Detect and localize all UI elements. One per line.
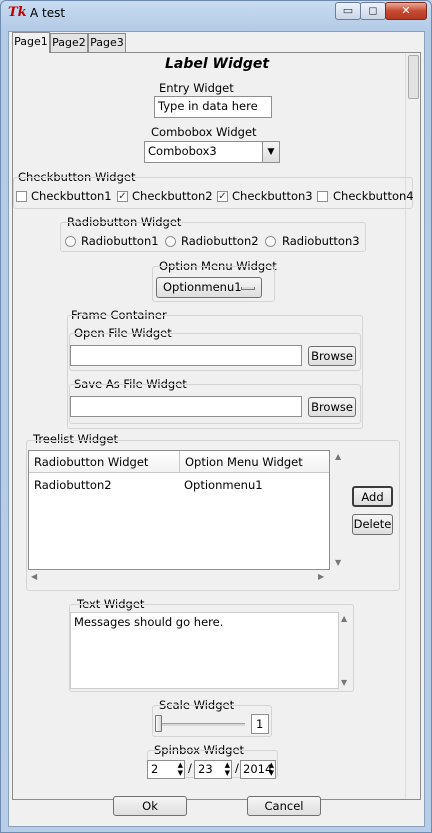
radiobutton3-label: Radiobutton3 — [282, 234, 360, 248]
treelist-row1-col2[interactable]: Optionmenu1 — [184, 478, 263, 492]
radio-radiobutton3[interactable] — [265, 236, 276, 247]
scrollbar-thumb[interactable] — [408, 55, 419, 99]
close-button[interactable]: ✕ — [385, 2, 427, 20]
maximize-button[interactable]: ◻ — [360, 2, 386, 20]
treelist-row1-col1[interactable]: Radiobutton2 — [34, 478, 112, 492]
checkbutton2-label: Checkbutton2 — [132, 189, 213, 203]
spin-arrows-icon[interactable]: ▲ ▼ — [225, 761, 230, 777]
checkbox-checkbutton3[interactable]: ✓ — [217, 191, 228, 202]
option-menu-button[interactable]: Optionmenu1 — [156, 277, 262, 298]
spinbox-year[interactable]: 2014 ▲ ▼ — [240, 760, 276, 779]
ok-button[interactable]: Ok — [113, 796, 187, 816]
scale-value-field[interactable]: 1 — [251, 714, 269, 734]
delete-button[interactable]: Delete — [352, 514, 393, 535]
spin-arrows-icon[interactable]: ▲ ▼ — [178, 761, 183, 777]
radiobutton2-label: Radiobutton2 — [181, 234, 259, 248]
scroll-down-arrow-icon[interactable]: ▼ — [335, 558, 341, 567]
add-button[interactable]: Add — [352, 486, 393, 507]
text-area[interactable]: Messages should go here. — [70, 612, 339, 689]
minimize-button[interactable]: ▭ — [335, 2, 361, 20]
combobox-value: Combobox3 — [148, 144, 217, 158]
window-title: A test — [30, 6, 66, 20]
page-scrollbar[interactable] — [405, 53, 420, 799]
app-window: Tk A test ▭ ◻ ✕ Page1 Page2 Page3 Label … — [0, 0, 432, 833]
open-file-browse-button[interactable]: Browse — [308, 346, 356, 366]
option-menu-indicator-icon — [241, 287, 255, 290]
option-menu-value: Optionmenu1 — [163, 280, 242, 294]
chevron-down-icon[interactable]: ▼ — [262, 142, 279, 162]
spin-arrows-icon[interactable]: ▲ ▼ — [269, 761, 274, 777]
spinbox-separator-1: / — [188, 761, 192, 775]
scale-slider-handle[interactable] — [155, 715, 162, 732]
checkbox-checkbutton4[interactable] — [317, 191, 328, 202]
tk-app-icon: Tk — [8, 5, 27, 20]
scale-track[interactable] — [155, 723, 245, 726]
title-bar[interactable]: Tk A test ▭ ◻ ✕ — [1, 1, 431, 25]
combobox-label: Combobox Widget — [151, 125, 257, 139]
window-client-area: Page1 Page2 Page3 Label Widget Entry Wid… — [8, 31, 425, 827]
tab-page1[interactable]: Page1 — [12, 32, 50, 53]
entry-field[interactable]: Type in data here — [154, 96, 272, 118]
cancel-button[interactable]: Cancel — [247, 796, 321, 816]
open-file-field[interactable] — [70, 345, 302, 366]
entry-label: Entry Widget — [159, 81, 234, 95]
spinbox-day-value: 23 — [198, 762, 213, 776]
treelist-column-header-2[interactable]: Option Menu Widget — [180, 451, 329, 473]
combobox-field[interactable]: Combobox3 ▼ — [144, 141, 280, 163]
scroll-left-arrow-icon[interactable]: ◀ — [31, 572, 37, 581]
tab-page3[interactable]: Page3 — [88, 33, 126, 52]
spinbox-month[interactable]: 2 ▲ ▼ — [147, 760, 185, 779]
page-heading: Label Widget — [165, 56, 270, 72]
checkbutton4-label: Checkbutton4 — [333, 189, 414, 203]
save-file-field[interactable] — [70, 396, 302, 417]
checkbutton3-label: Checkbutton3 — [232, 189, 313, 203]
scroll-down-arrow-icon[interactable]: ▼ — [341, 678, 347, 687]
scroll-up-arrow-icon[interactable]: ▲ — [335, 452, 341, 461]
checkbox-checkbutton1[interactable] — [16, 191, 27, 202]
spinbox-month-value: 2 — [151, 762, 159, 776]
text-vertical-scrollbar[interactable]: ▲ ▼ — [339, 612, 352, 689]
spinbox-day[interactable]: 23 ▲ ▼ — [194, 760, 232, 779]
scroll-right-arrow-icon[interactable]: ▶ — [318, 572, 324, 581]
treelist-horizontal-scrollbar[interactable]: ◀ ▶ — [28, 570, 330, 584]
page1-panel: Label Widget Entry Widget Type in data h… — [12, 52, 421, 800]
save-file-browse-button[interactable]: Browse — [308, 397, 356, 417]
treelist-vertical-scrollbar[interactable]: ▲ ▼ — [332, 450, 346, 570]
checkbutton1-label: Checkbutton1 — [31, 189, 112, 203]
scroll-up-arrow-icon[interactable]: ▲ — [341, 614, 347, 623]
treelist-view[interactable]: Radiobutton Widget Option Menu Widget Ra… — [28, 450, 330, 570]
tab-page2[interactable]: Page2 — [50, 33, 88, 52]
checkbox-checkbutton2[interactable]: ✓ — [117, 191, 128, 202]
treelist-column-header-1[interactable]: Radiobutton Widget — [29, 451, 180, 473]
radio-radiobutton2[interactable] — [165, 236, 176, 247]
radiobutton1-label: Radiobutton1 — [81, 234, 159, 248]
radio-radiobutton1[interactable] — [65, 236, 76, 247]
spinbox-separator-2: / — [235, 761, 239, 775]
